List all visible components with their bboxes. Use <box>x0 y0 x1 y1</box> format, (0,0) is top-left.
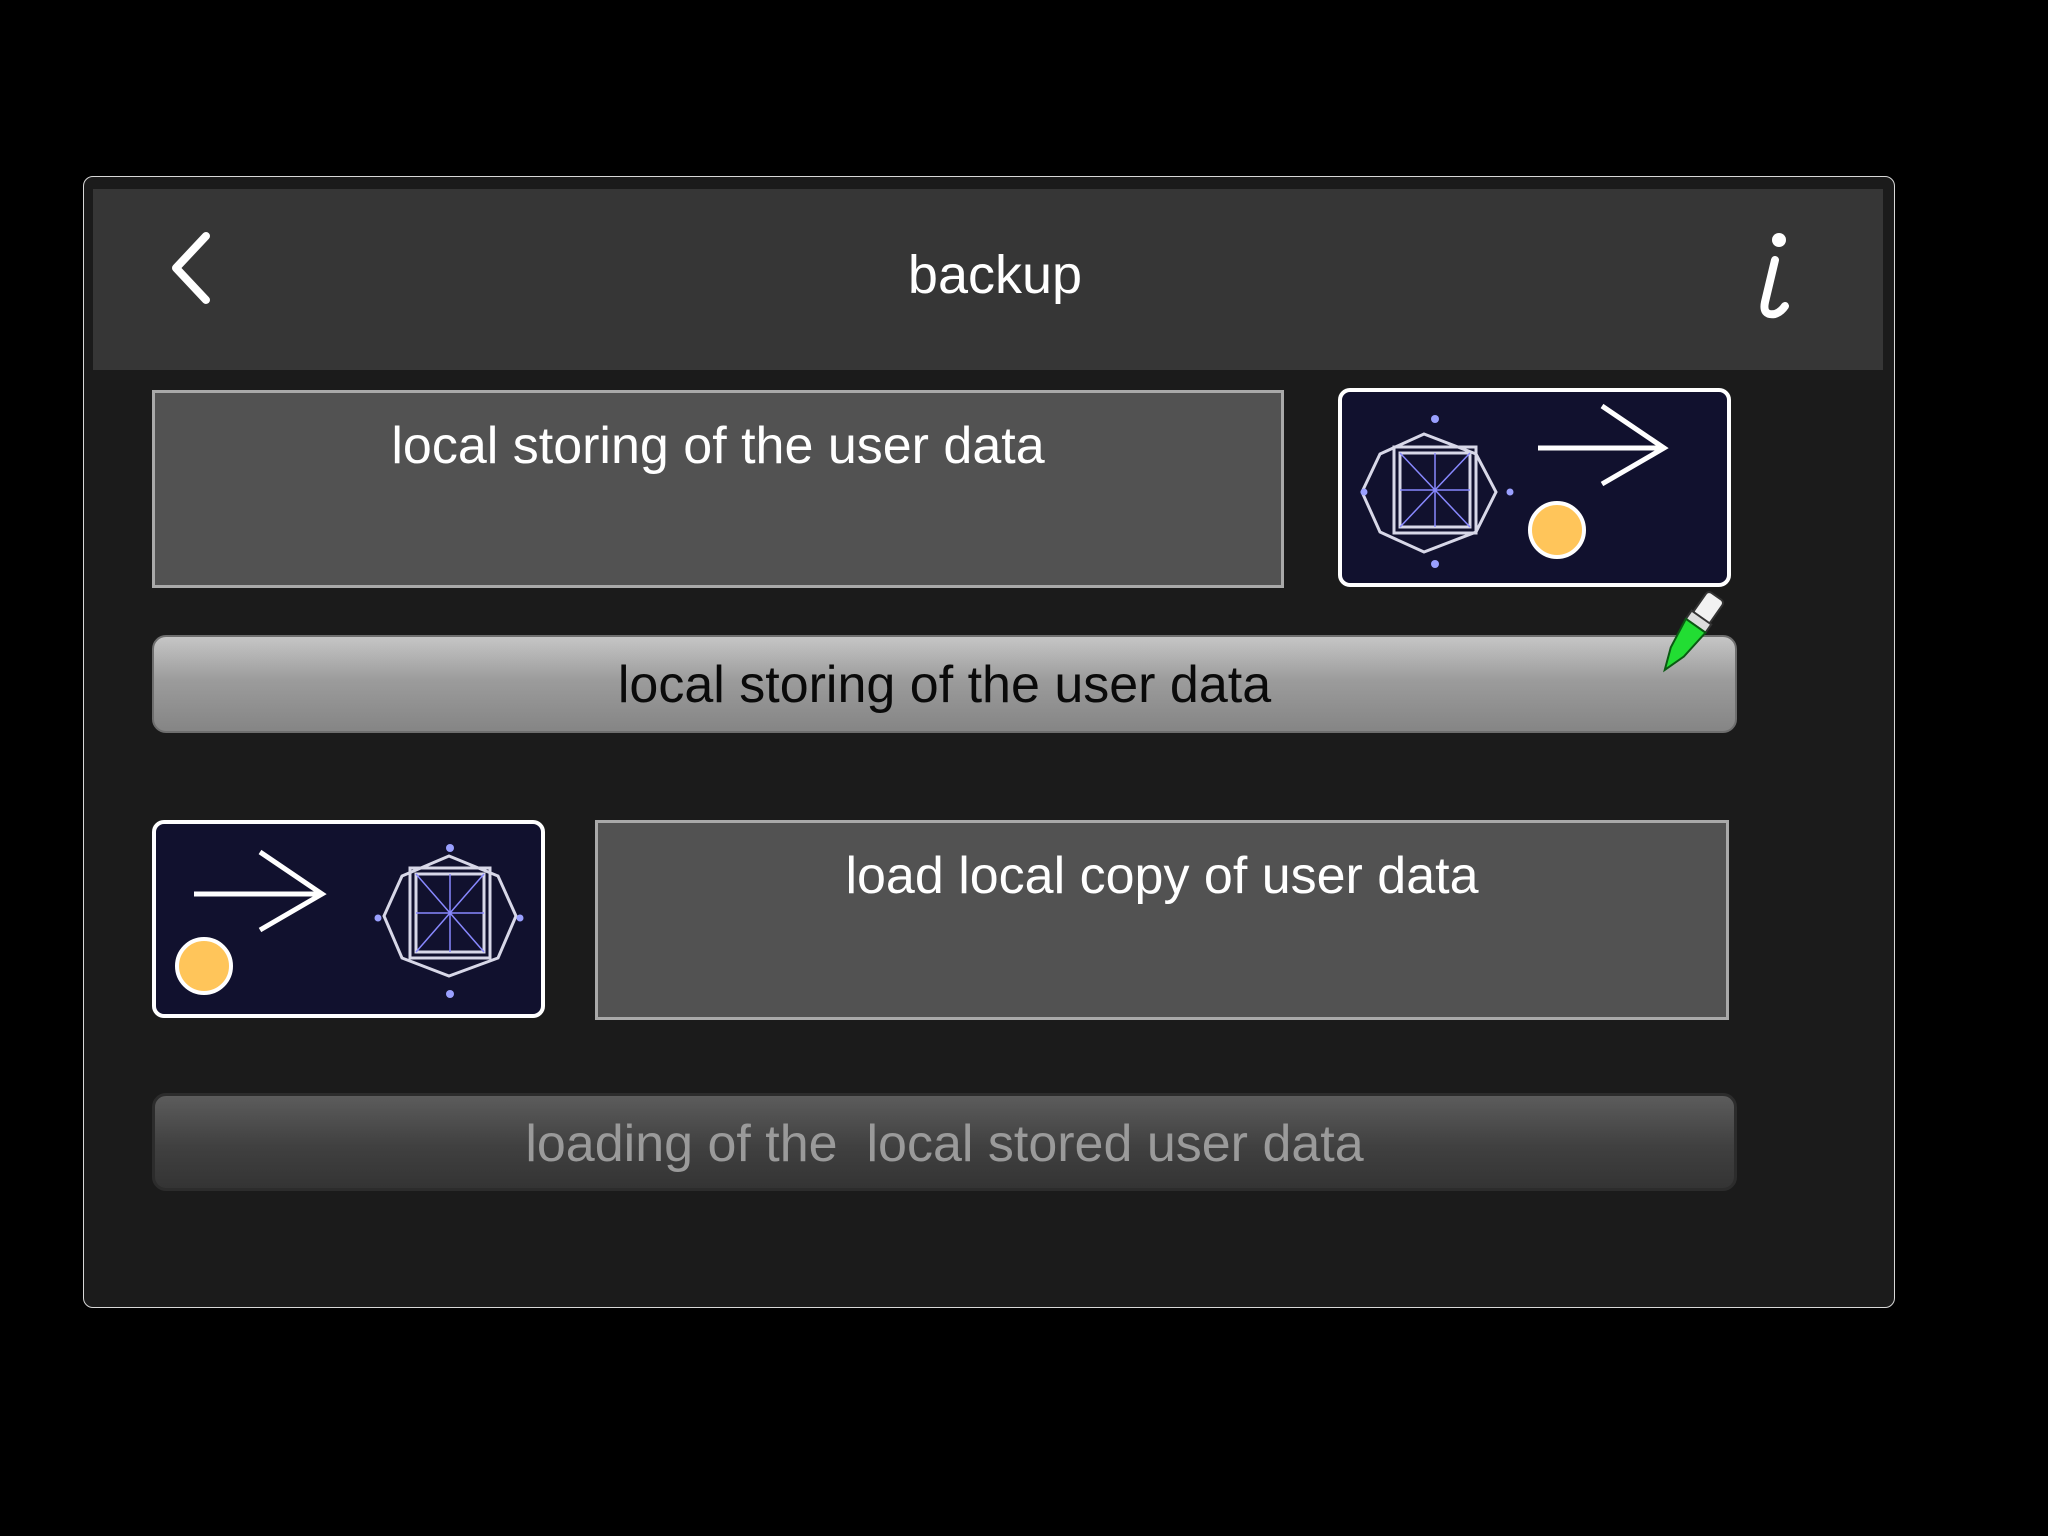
local-store-button[interactable]: local storing of the user data <box>152 635 1737 733</box>
store-description-box: local storing of the user data <box>152 390 1284 588</box>
page-title: backup <box>907 245 1083 305</box>
load-from-local-storage-tile[interactable] <box>152 820 545 1018</box>
load-local-data-button: loading of the local stored user data <box>152 1093 1737 1191</box>
chevron-left-icon[interactable] <box>160 228 220 308</box>
load-from-local-storage-icon <box>175 844 524 998</box>
info-icon[interactable] <box>1735 228 1805 328</box>
load-description-text: load local copy of user data <box>845 847 1479 905</box>
load-description-box: load local copy of user data <box>595 820 1729 1020</box>
pen-icon <box>1663 591 1724 673</box>
save-to-local-storage-icon <box>1360 403 1669 568</box>
store-description-text: local storing of the user data <box>391 417 1045 475</box>
save-to-local-storage-tile[interactable] <box>1338 388 1731 587</box>
local-store-button-label: local storing of the user data <box>617 656 1272 714</box>
load-local-data-button-label: loading of the local stored user data <box>525 1115 1364 1173</box>
